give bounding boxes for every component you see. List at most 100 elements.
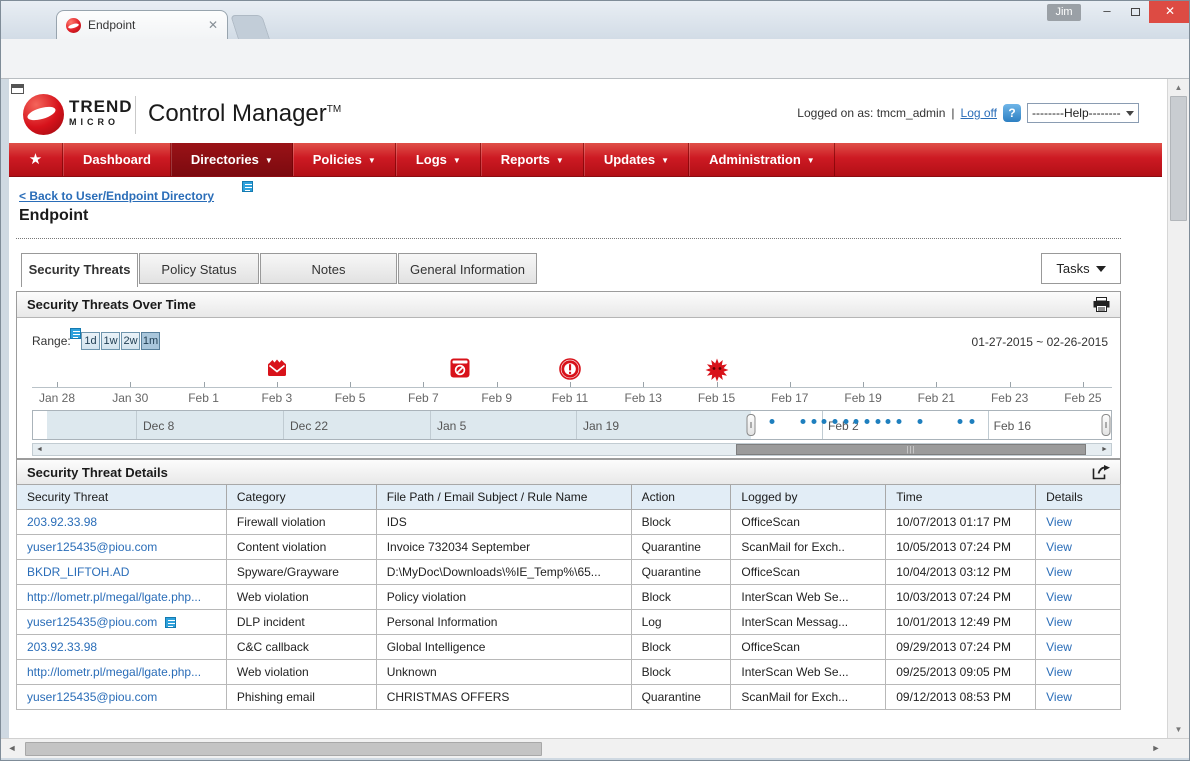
nav-item-dashboard[interactable]: Dashboard	[63, 143, 171, 176]
tab-close-icon[interactable]: ✕	[208, 18, 218, 32]
view-link[interactable]: View	[1046, 640, 1072, 654]
view-link[interactable]: View	[1046, 515, 1072, 529]
table-row: yuser125435@piou.comDLP incidentPersonal…	[17, 610, 1121, 635]
action-cell: Log	[631, 610, 731, 635]
horizontal-scrollbar-thumb[interactable]	[25, 742, 542, 756]
logged-by-cell: InterScan Web Se...	[731, 660, 886, 685]
chevron-down-icon	[1096, 266, 1106, 277]
back-to-directory-link[interactable]: < Back to User/Endpoint Directory	[19, 189, 214, 203]
nav-item-policies[interactable]: Policies▼	[293, 143, 396, 176]
threat-cell: BKDR_LIFTOH.AD	[17, 560, 227, 585]
phishing-email-icon[interactable]	[265, 358, 288, 381]
scroll-left-icon[interactable]: ◄	[33, 444, 46, 455]
new-tab-button[interactable]	[230, 15, 270, 39]
login-info: Logged on as: tmcm_admin | Log off ? ---…	[797, 103, 1139, 123]
action-cell: Block	[631, 510, 731, 535]
navigator-left-handle[interactable]: ‖	[747, 414, 756, 436]
close-button[interactable]: ✕	[1149, 1, 1190, 23]
virus-outbreak-icon[interactable]	[705, 358, 729, 385]
threat-link[interactable]: yuser125435@piou.com	[27, 615, 157, 629]
note-icon[interactable]	[70, 328, 81, 339]
tab-policy-status[interactable]: Policy Status	[139, 253, 259, 284]
logged-by-cell: InterScan Web Se...	[731, 585, 886, 610]
tab-general-information[interactable]: General Information	[398, 253, 537, 284]
scroll-left-icon[interactable]: ◄	[3, 739, 21, 758]
nav-item-logs[interactable]: Logs▼	[396, 143, 481, 176]
minimize-button[interactable]: –	[1093, 1, 1121, 23]
profile-button[interactable]: Jim	[1047, 4, 1081, 21]
range-button-1w[interactable]: 1w	[101, 332, 120, 350]
scroll-up-icon[interactable]: ▲	[1168, 79, 1189, 96]
threat-link[interactable]: BKDR_LIFTOH.AD	[27, 565, 129, 579]
nav-item-label: Logs	[416, 143, 447, 177]
timeline-tick-label: Feb 25	[1064, 391, 1101, 405]
path-cell: Global Intelligence	[376, 635, 631, 660]
nav-item-updates[interactable]: Updates▼	[584, 143, 689, 176]
tab-notes[interactable]: Notes	[260, 253, 397, 284]
threat-link[interactable]: http://lometr.pl/megal/lgate.php...	[27, 665, 201, 679]
timeline-navigator[interactable]: Dec 8Dec 22Jan 5Jan 19Feb 2Feb 16‖‖	[32, 410, 1112, 440]
navigator-scrollbar-thumb[interactable]: |||	[736, 444, 1086, 455]
view-link[interactable]: View	[1046, 565, 1072, 579]
tasks-button[interactable]: Tasks	[1041, 253, 1121, 284]
trend-micro-wordmark: TREND MICRO	[69, 98, 133, 127]
brand-trend: TREND	[69, 98, 133, 115]
help-dropdown[interactable]: --------Help--------	[1027, 103, 1139, 123]
scroll-down-icon[interactable]: ▼	[1168, 721, 1189, 738]
alert-icon[interactable]	[559, 358, 581, 383]
trademark-sup: TM	[327, 104, 341, 115]
logged-by-cell: InterScan Messag...	[731, 610, 886, 635]
browser-tab[interactable]: Endpoint ✕	[56, 10, 228, 39]
navigator-scrollbar[interactable]: ◄ ||| ►	[32, 443, 1112, 456]
timeline-chart: Jan 28Jan 30Feb 1Feb 3Feb 5Feb 7Feb 9Feb…	[32, 354, 1112, 406]
chevron-down-icon	[1126, 111, 1134, 120]
column-header-category: Category	[226, 485, 376, 510]
brand-micro: MICRO	[69, 118, 133, 127]
tab-security-threats[interactable]: Security Threats	[21, 253, 138, 287]
maximize-button[interactable]	[1121, 1, 1149, 23]
timeline-tick-label: Feb 5	[335, 391, 366, 405]
view-link[interactable]: View	[1046, 615, 1072, 629]
range-button-2w[interactable]: 2w	[121, 332, 140, 350]
range-button-1m[interactable]: 1m	[141, 332, 160, 350]
vertical-scrollbar[interactable]: ▲ ▼	[1167, 79, 1189, 738]
details-cell: View	[1036, 535, 1121, 560]
scroll-right-icon[interactable]: ►	[1098, 444, 1111, 455]
column-header-details: Details	[1036, 485, 1121, 510]
timeline-tick-label: Feb 17	[771, 391, 808, 405]
table-row: BKDR_LIFTOH.ADSpyware/GraywareD:\MyDoc\D…	[17, 560, 1121, 585]
table-row: yuser125435@piou.comPhishing emailCHRIST…	[17, 685, 1121, 710]
horizontal-scrollbar[interactable]: ◄ ►	[1, 738, 1190, 758]
threat-link[interactable]: 203.92.33.98	[27, 640, 97, 654]
view-link[interactable]: View	[1046, 690, 1072, 704]
favorites-star-icon[interactable]: ★	[9, 143, 63, 176]
note-icon[interactable]	[242, 181, 253, 192]
timeline-tick-label: Feb 9	[481, 391, 512, 405]
threat-link[interactable]: yuser125435@piou.com	[27, 540, 157, 554]
nav-item-directories[interactable]: Directories▼	[171, 143, 293, 176]
view-link[interactable]: View	[1046, 540, 1072, 554]
navigator-right-handle[interactable]: ‖	[1102, 414, 1111, 436]
help-icon[interactable]: ?	[1003, 104, 1021, 122]
view-link[interactable]: View	[1046, 590, 1072, 604]
nav-item-reports[interactable]: Reports▼	[481, 143, 584, 176]
print-icon[interactable]	[1093, 297, 1110, 312]
time-cell: 10/05/2013 07:24 PM	[886, 535, 1036, 560]
scroll-right-icon[interactable]: ►	[1147, 739, 1165, 758]
threat-link[interactable]: 203.92.33.98	[27, 515, 97, 529]
export-icon[interactable]	[1092, 465, 1110, 480]
note-icon[interactable]	[165, 617, 176, 628]
timeline-tick-label: Feb 11	[552, 391, 588, 405]
navigator-gridline	[822, 411, 823, 439]
log-off-link[interactable]: Log off	[961, 106, 997, 120]
blocked-web-icon[interactable]	[450, 358, 470, 381]
view-link[interactable]: View	[1046, 665, 1072, 679]
event-dot	[970, 419, 975, 424]
threat-link[interactable]: yuser125435@piou.com	[27, 690, 157, 704]
threat-link[interactable]: http://lometr.pl/megal/lgate.php...	[27, 590, 201, 604]
nav-item-administration[interactable]: Administration▼	[689, 143, 835, 176]
threat-cell: http://lometr.pl/megal/lgate.php...	[17, 585, 227, 610]
range-button-1d[interactable]: 1d	[81, 332, 100, 350]
details-cell: View	[1036, 635, 1121, 660]
vertical-scrollbar-thumb[interactable]	[1170, 96, 1187, 221]
